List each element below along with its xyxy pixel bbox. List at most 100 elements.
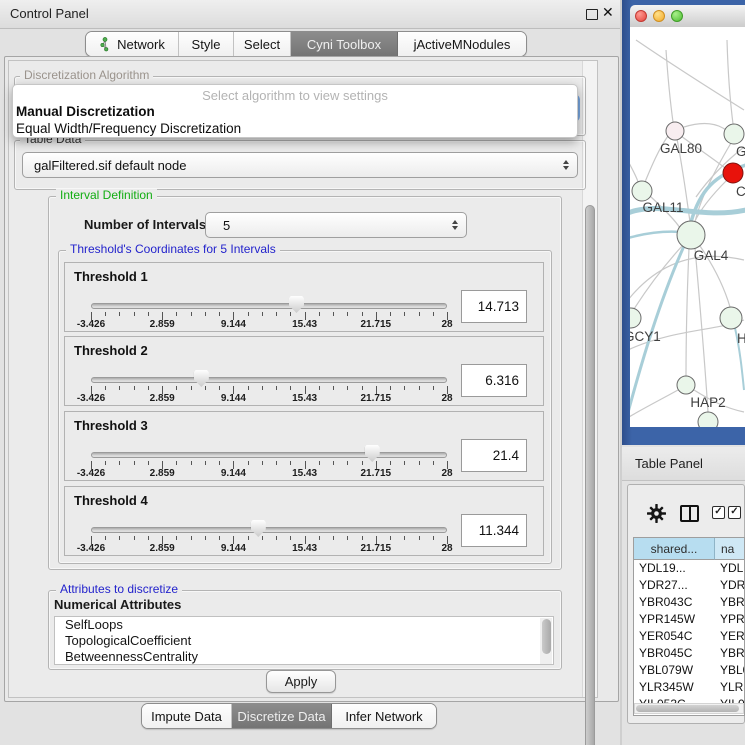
gear-icon[interactable] (646, 503, 667, 524)
slider-track[interactable] (91, 303, 447, 309)
slider-thumb[interactable] (365, 445, 380, 462)
threshold-4-box: Threshold 4-3.4262.8599.14415.4321.71528… (64, 486, 544, 556)
combo-stepper-icon (452, 220, 458, 230)
slider-track[interactable] (91, 527, 447, 533)
threshold-value-field[interactable]: 14.713 (461, 290, 527, 323)
table-header-name[interactable]: na (715, 538, 745, 560)
axis-tick-label: 9.144 (203, 468, 263, 479)
table-row-name[interactable]: YDR2 (720, 577, 745, 594)
table-row-shared-name[interactable]: YLR345W (639, 679, 715, 696)
threshold-label: Threshold 4 (74, 493, 148, 508)
num-intervals-label: Number of Intervals (84, 217, 206, 232)
tab-jactivemnodules[interactable]: jActiveMNodules (398, 32, 526, 56)
network-icon (99, 37, 111, 52)
table-row-shared-name[interactable]: YER054C (639, 628, 715, 645)
attribute-list-item[interactable]: TopologicalCoefficient (55, 633, 553, 649)
threshold-label: Threshold 2 (74, 343, 148, 358)
slider-thumb[interactable] (251, 520, 266, 537)
node-table[interactable]: shared... na YDL19...YDL1YDR27...YDR2YBR… (633, 537, 745, 716)
tab-label: Impute Data (151, 709, 222, 724)
tab-cyni-toolbox[interactable]: Cyni Toolbox (291, 32, 398, 56)
tab-style[interactable]: Style (179, 32, 234, 56)
axis-tick-label: 9.144 (203, 319, 263, 330)
network-node-gal11[interactable] (632, 181, 652, 201)
num-intervals-combobox[interactable]: 5 (205, 212, 467, 238)
attribute-list-item[interactable]: SelfLoops (55, 617, 553, 633)
attribute-list-item[interactable]: BetweennessCentrality (55, 649, 553, 665)
threshold-value-field[interactable]: 11.344 (461, 514, 527, 547)
axis-tick-label: 2.859 (132, 468, 192, 479)
numerical-attributes-list[interactable]: SelfLoopsTopologicalCoefficientBetweenne… (54, 616, 554, 665)
hscrollbar-thumb[interactable] (636, 705, 739, 712)
table-header-shared-name[interactable]: shared... (634, 538, 715, 560)
tab-impute-data[interactable]: Impute Data (142, 704, 232, 728)
dropdown-option-equal-width[interactable]: Equal Width/Frequency Discretization (16, 121, 241, 136)
close-traffic-light[interactable] (635, 10, 647, 22)
table-row-name[interactable]: YBR0 (720, 645, 745, 662)
slider-thumb[interactable] (194, 370, 209, 387)
list-scrollbar[interactable] (540, 618, 552, 664)
threshold-2-box: Threshold 2-3.4262.8599.14415.4321.71528… (64, 336, 544, 406)
table-row-name[interactable]: YLR3 (720, 679, 745, 696)
float-window-icon[interactable] (586, 9, 598, 20)
zoom-traffic-light[interactable] (671, 10, 683, 22)
interval-definition-title: Interval Definition (56, 189, 157, 202)
network-node-hap2[interactable] (677, 376, 695, 394)
tab-infer-network[interactable]: Infer Network (332, 704, 436, 728)
network-node-gal80[interactable] (666, 122, 684, 140)
table-row-shared-name[interactable]: YDL19... (639, 560, 715, 577)
tab-label: Select (244, 37, 280, 52)
checkbox-icon[interactable]: ✓ (728, 506, 741, 519)
tab-label: Cyni Toolbox (307, 37, 381, 52)
slider-track[interactable] (91, 452, 447, 458)
slider-track[interactable] (91, 377, 447, 383)
table-row-shared-name[interactable]: YBL079W (639, 662, 715, 679)
combo-stepper-icon (563, 160, 569, 170)
dropdown-placeholder: Select algorithm to view settings (13, 88, 577, 103)
tab-discretize-data[interactable]: Discretize Data (232, 704, 332, 728)
table-row-name[interactable]: YPR1 (720, 611, 745, 628)
table-row-shared-name[interactable]: YDR27... (639, 577, 715, 594)
table-row-name[interactable]: YDL1 (720, 560, 745, 577)
panel-title: Control Panel (10, 6, 89, 21)
network-window-titlebar (630, 5, 745, 28)
axis-tick-label: 9.144 (203, 393, 263, 404)
table-row-name[interactable]: YBL0 (720, 662, 745, 679)
algorithm-dropdown-popup: Select algorithm to view settings Manual… (12, 84, 578, 138)
minimize-traffic-light[interactable] (653, 10, 665, 22)
numerical-attributes-label: Numerical Attributes (54, 597, 181, 612)
vertical-scrollbar-thumb[interactable] (585, 205, 595, 745)
network-graph[interactable]: GAL80GACGAL11GAL4GCY1HHAP2 (630, 27, 745, 427)
tab-label: Network (117, 37, 165, 52)
network-canvas[interactable]: GAL80GACGAL11GAL4GCY1HHAP2 (630, 27, 745, 427)
checkbox-icon[interactable]: ✓ (712, 506, 725, 519)
tab-label: Discretize Data (237, 709, 325, 724)
table-horizontal-scrollbar[interactable] (634, 703, 744, 714)
table-row-name[interactable]: YBR0 (720, 594, 745, 611)
tab-label: jActiveMNodules (414, 37, 511, 52)
thresholds-title: Threshold's Coordinates for 5 Intervals (66, 243, 280, 256)
network-node-label: H (737, 331, 745, 346)
dropdown-option-manual[interactable]: Manual Discretization (16, 104, 155, 119)
network-node-gal4[interactable] (677, 221, 705, 249)
network-node-c[interactable] (723, 163, 743, 183)
tab-select[interactable]: Select (234, 32, 291, 56)
threshold-value-field[interactable]: 6.316 (461, 364, 527, 397)
table-row-name[interactable]: YER0 (720, 628, 745, 645)
network-node[interactable] (698, 412, 718, 427)
table-row-shared-name[interactable]: YBR045C (639, 645, 715, 662)
apply-button[interactable]: Apply (266, 670, 336, 693)
table-row-shared-name[interactable]: YBR043C (639, 594, 715, 611)
slider-thumb[interactable] (289, 296, 304, 313)
close-icon[interactable]: ✕ (602, 5, 614, 21)
network-node-ga[interactable] (724, 124, 744, 144)
list-scrollbar-thumb[interactable] (542, 619, 551, 654)
table-row-shared-name[interactable]: YPR145W (639, 611, 715, 628)
threshold-value-field[interactable]: 21.4 (461, 439, 527, 472)
network-node-gcy1[interactable] (630, 308, 641, 328)
threshold-label: Threshold 3 (74, 418, 148, 433)
network-node-h[interactable] (720, 307, 742, 329)
columns-icon[interactable] (680, 505, 699, 522)
tab-network[interactable]: Network (86, 32, 179, 56)
table-data-combobox[interactable]: galFiltered.sif default node (22, 152, 578, 178)
